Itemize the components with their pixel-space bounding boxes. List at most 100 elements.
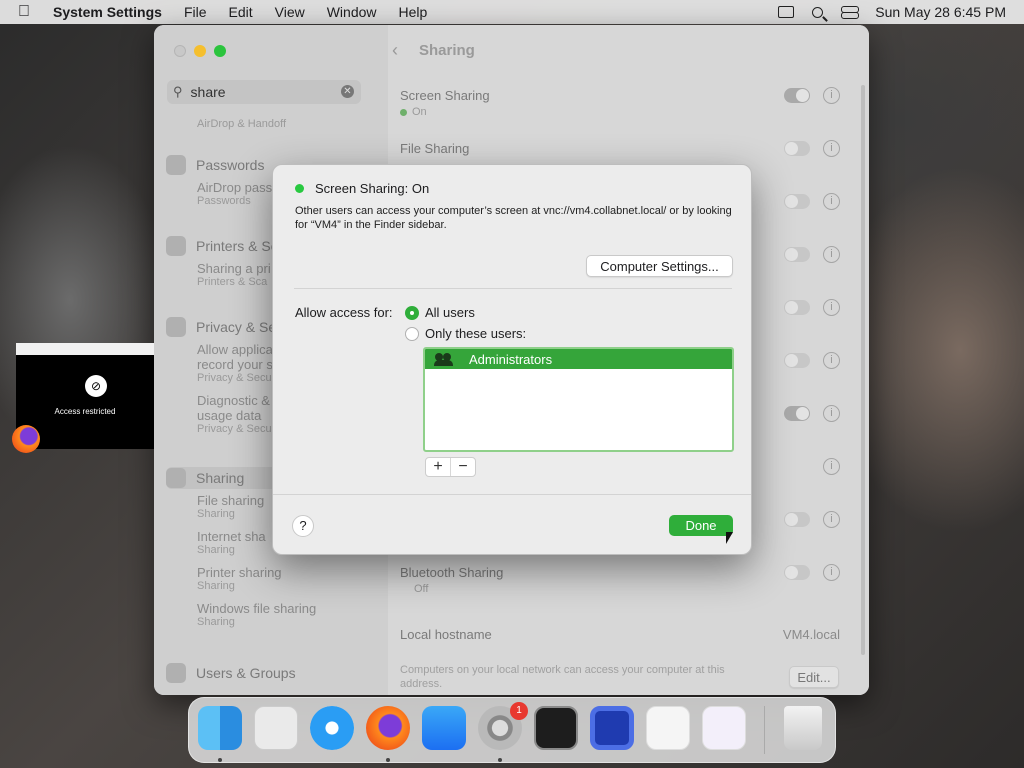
list-item[interactable]: Administrators: [425, 349, 732, 369]
computer-settings-button[interactable]: Computer Settings...: [586, 255, 733, 277]
radio-selected-icon[interactable]: [405, 305, 419, 320]
sidebar-result-subtitle: AirDrop & Handoff: [197, 118, 287, 130]
radio-all-users[interactable]: All users: [405, 305, 475, 320]
remote-desktop-icon[interactable]: [590, 706, 634, 750]
radio-all-users-label: All users: [425, 305, 475, 320]
access-restricted-text: Access restricted: [54, 407, 116, 416]
status-dot-icon: [400, 108, 407, 116]
info-icon[interactable]: i: [823, 87, 840, 104]
vscode-icon[interactable]: [646, 706, 690, 750]
info-icon[interactable]: i: [823, 352, 840, 369]
search-input[interactable]: share: [191, 84, 226, 100]
safari-icon[interactable]: [310, 706, 354, 750]
sidebar-head-label: Sharing: [196, 470, 245, 486]
printer-icon: [166, 236, 186, 256]
screen-mirroring-icon[interactable]: [778, 6, 795, 18]
allow-access-label: Allow access for:: [295, 305, 393, 320]
window-minimize-button[interactable]: [194, 45, 206, 57]
window-zoom-button[interactable]: [214, 45, 226, 57]
system-settings-icon[interactable]: 1: [478, 702, 528, 750]
users-icon: [166, 663, 186, 683]
finder-icon[interactable]: [198, 706, 242, 750]
result-subtitle: Sharing: [197, 616, 235, 628]
user-name: Administrators: [469, 351, 553, 367]
divider: [273, 494, 751, 495]
info-icon[interactable]: i: [823, 564, 840, 581]
terminal-icon[interactable]: [534, 706, 578, 750]
menu-window[interactable]: Window: [327, 4, 377, 20]
info-icon[interactable]: i: [823, 511, 840, 528]
sidebar-group-users: Users & Groups: [166, 662, 376, 684]
sidebar-result[interactable]: Windows file sharing Sharing: [197, 601, 376, 629]
info-icon[interactable]: i: [823, 193, 840, 210]
hostname-description: Computers on your local network can acce…: [400, 664, 725, 690]
done-button[interactable]: Done: [669, 515, 733, 536]
menu-edit[interactable]: Edit: [229, 4, 253, 20]
info-icon[interactable]: i: [823, 246, 840, 263]
menu-clock[interactable]: Sun May 28 6:45 PM: [875, 4, 1006, 20]
dock: 1: [188, 697, 836, 763]
sharing-toggle[interactable]: [784, 353, 810, 368]
remove-user-button[interactable]: −: [451, 458, 475, 476]
sidebar-item-users-groups[interactable]: Users & Groups: [166, 662, 376, 684]
info-icon[interactable]: i: [823, 405, 840, 422]
hostname-value: VM4.local: [782, 627, 840, 642]
firefox-icon[interactable]: [366, 706, 410, 750]
row-status-text: On: [412, 106, 427, 118]
row-screen-sharing: Screen Sharing On i: [400, 87, 840, 141]
hostname-label: Local hostname: [400, 627, 492, 642]
sidebar-result[interactable]: Printer sharing Sharing: [197, 565, 376, 593]
radio-unselected-icon[interactable]: [405, 326, 419, 341]
hand-icon: [166, 317, 186, 337]
status-on-dot-icon: [295, 184, 304, 193]
control-center-icon[interactable]: [841, 5, 860, 19]
back-chevron-icon[interactable]: ‹: [392, 40, 398, 61]
info-icon[interactable]: i: [823, 458, 840, 475]
sidebar-search-field[interactable]: ⚲ share ✕: [167, 80, 361, 104]
result-title: Windows file sharing: [197, 601, 317, 616]
radio-only-these-users[interactable]: Only these users:: [405, 326, 526, 341]
menu-help[interactable]: Help: [399, 4, 428, 20]
row-title: Screen Sharing: [400, 88, 490, 103]
app-store-icon[interactable]: [422, 706, 466, 750]
clear-search-icon[interactable]: ✕: [341, 85, 354, 98]
info-icon[interactable]: i: [823, 299, 840, 316]
window-close-button[interactable]: [174, 45, 186, 57]
sharing-icon: [166, 468, 186, 488]
allowed-users-list[interactable]: Administrators: [423, 347, 734, 452]
file-sharing-toggle[interactable]: [784, 141, 810, 156]
running-indicator: [386, 758, 390, 762]
sidebar-result-airdrop[interactable]: AirDrop & Handoff: [166, 118, 376, 131]
menu-view[interactable]: View: [275, 4, 305, 20]
screen-sharing-toggle[interactable]: [784, 88, 810, 103]
sharing-toggle[interactable]: [784, 406, 810, 421]
edit-hostname-button[interactable]: Edit...: [789, 666, 839, 688]
launchpad-icon[interactable]: [254, 706, 298, 750]
spotlight-search-icon[interactable]: [812, 6, 824, 18]
eye-slash-icon: ⊘: [85, 375, 107, 397]
apple-menu-icon[interactable]: : [18, 3, 38, 21]
visual-studio-icon[interactable]: [702, 706, 746, 750]
row-title: Bluetooth Sharing: [400, 565, 504, 580]
dock-separator: [764, 706, 765, 754]
info-icon[interactable]: i: [823, 140, 840, 157]
bluetooth-sharing-toggle[interactable]: [784, 565, 810, 580]
sidebar-head-label: Printers & Sc: [196, 238, 278, 254]
running-indicator: [498, 758, 502, 762]
sharing-toggle[interactable]: [784, 247, 810, 262]
firefox-icon[interactable]: [12, 425, 40, 453]
sidebar-head-label: Privacy & Se: [196, 319, 277, 335]
add-user-button[interactable]: +: [426, 458, 451, 476]
row-title: File Sharing: [400, 141, 470, 156]
result-title: Printer sharing: [197, 565, 282, 580]
sharing-toggle[interactable]: [784, 194, 810, 209]
row-status-text: Off: [414, 583, 429, 595]
menu-file[interactable]: File: [184, 4, 207, 20]
trash-icon[interactable]: [784, 706, 822, 750]
help-button[interactable]: ?: [292, 515, 314, 537]
sidebar-head-label: Users & Groups: [196, 665, 296, 681]
sharing-toggle[interactable]: [784, 512, 810, 527]
scrollbar[interactable]: [861, 85, 865, 655]
app-name-menu[interactable]: System Settings: [53, 4, 162, 20]
sharing-toggle[interactable]: [784, 300, 810, 315]
